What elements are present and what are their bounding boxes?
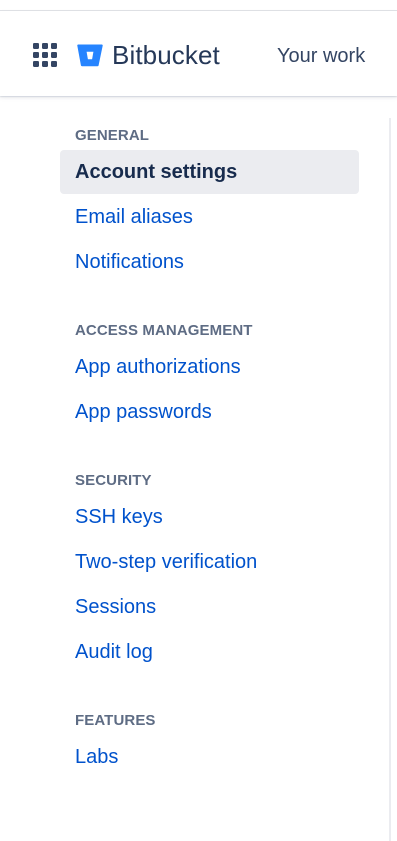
sidebar-item-app-authorizations[interactable]: App authorizations xyxy=(60,345,359,389)
sidebar-item-notifications[interactable]: Notifications xyxy=(60,240,359,284)
bitbucket-logo-icon xyxy=(77,43,103,67)
section-heading-general: GENERAL xyxy=(75,127,150,144)
sidebar-item-account-settings[interactable]: Account settings xyxy=(60,150,359,194)
your-work-link[interactable]: Your work xyxy=(277,44,365,68)
sidebar-item-ssh-keys[interactable]: SSH keys xyxy=(60,495,359,539)
page: Bitbucket Your work GENERAL Account sett… xyxy=(0,0,397,841)
sidebar-item-app-passwords[interactable]: App passwords xyxy=(60,390,359,434)
sidebar-item-label: Audit log xyxy=(75,641,153,663)
sidebar-item-label: Labs xyxy=(75,746,119,768)
app-switcher-grid-icon[interactable] xyxy=(33,43,57,67)
sidebar-item-audit-log[interactable]: Audit log xyxy=(60,630,359,674)
sidebar-item-label: Sessions xyxy=(75,596,157,618)
top-navigation: Bitbucket Your work xyxy=(0,11,397,96)
sidebar-item-label: App passwords xyxy=(75,401,212,423)
section-heading-features: FEATURES xyxy=(75,712,156,729)
sidebar-item-label: App authorizations xyxy=(75,356,241,378)
sidebar-item-label: Account settings xyxy=(75,161,238,183)
sidebar-item-label: SSH keys xyxy=(75,506,163,528)
section-heading-security: SECURITY xyxy=(75,472,152,489)
sidebar-item-email-aliases[interactable]: Email aliases xyxy=(60,195,359,239)
sidebar-item-two-step-verification[interactable]: Two-step verification xyxy=(60,540,359,584)
sidebar-item-sessions[interactable]: Sessions xyxy=(60,585,359,629)
sidebar-item-label: Email aliases xyxy=(75,206,193,228)
section-heading-access-management: ACCESS MANAGEMENT xyxy=(75,322,253,339)
bitbucket-wordmark: Bitbucket xyxy=(112,40,220,70)
bitbucket-logo[interactable]: Bitbucket xyxy=(77,41,220,69)
sidebar-item-label: Two-step verification xyxy=(75,551,258,573)
sidebar-divider xyxy=(389,118,391,841)
sidebar-item-label: Notifications xyxy=(75,251,184,273)
sidebar-item-labs[interactable]: Labs xyxy=(60,735,359,779)
